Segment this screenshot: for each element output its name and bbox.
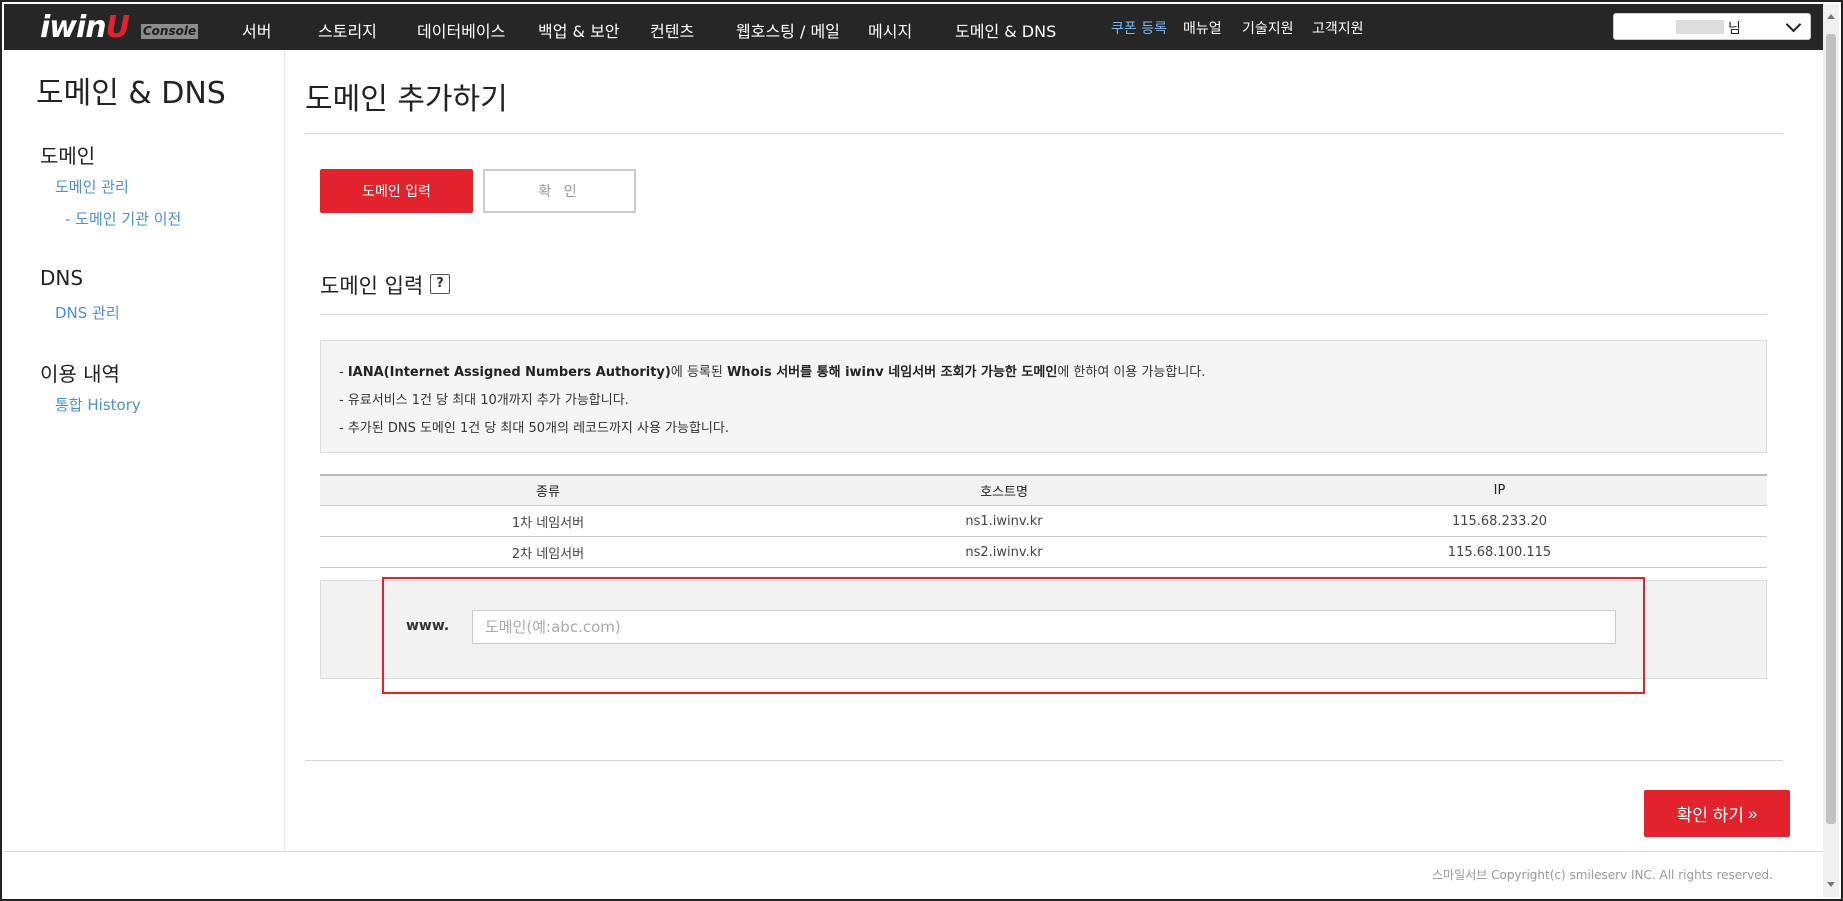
nav-message[interactable]: 메시지: [868, 18, 912, 42]
notice-line-2: - 유료서비스 1건 당 최대 10개까지 추가 가능합니다.: [339, 393, 629, 408]
scroll-up-arrow-icon[interactable]: [1827, 14, 1835, 19]
notice-line-3: - 추가된 DNS 도메인 1건 당 최대 50개의 레코드까지 사용 가능합니…: [339, 421, 729, 436]
nav-webhosting-mail[interactable]: 웹호스팅 / 메일: [736, 18, 840, 42]
sidebar-link-dns-manage[interactable]: DNS 관리: [55, 302, 120, 323]
section-title: 도메인 입력: [320, 274, 424, 298]
domain-input[interactable]: [472, 610, 1616, 644]
cell-hostname: ns2.iwinv.kr: [776, 536, 1232, 568]
table-row: 2차 네임서버 ns2.iwinv.kr 115.68.100.115: [320, 536, 1767, 568]
help-icon[interactable]: ?: [430, 274, 450, 294]
bottom-divider: [305, 760, 1783, 761]
sidebar-section-dns: DNS: [40, 266, 84, 290]
top-navigation-bar: iwinᑌ Console 서버 스토리지 데이터베이스 백업 & 보안 컨텐츠…: [4, 4, 1823, 50]
nav-domain-dns[interactable]: 도메인 & DNS: [955, 18, 1056, 42]
nav-server[interactable]: 서버: [242, 18, 271, 42]
sidebar-section-domain: 도메인: [40, 144, 96, 168]
www-prefix-label: www.: [406, 618, 450, 634]
title-divider: [305, 133, 1783, 134]
sidebar-link-domain-manage[interactable]: 도메인 관리: [55, 176, 129, 197]
step-domain-input[interactable]: 도메인 입력: [320, 169, 473, 213]
vertical-scrollbar[interactable]: [1823, 4, 1839, 897]
user-suffix: 님: [1728, 21, 1741, 37]
user-menu-dropdown[interactable]: 님: [1613, 13, 1811, 40]
col-header-ip: IP: [1232, 474, 1767, 506]
chevron-down-icon: [1785, 16, 1802, 33]
confirm-button[interactable]: 확인 하기 »: [1644, 790, 1790, 837]
nav-storage[interactable]: 스토리지: [318, 18, 377, 42]
nav-backup-security[interactable]: 백업 & 보안: [538, 18, 620, 42]
tech-support-link[interactable]: 기술지원: [1242, 18, 1294, 38]
col-header-hostname: 호스트명: [776, 474, 1232, 506]
sidebar-section-usage: 이용 내역: [40, 362, 120, 386]
copyright-text: 스마일서브 Copyright(c) smileserv INC. All ri…: [1432, 868, 1773, 882]
scroll-thumb[interactable]: [1826, 34, 1836, 824]
sidebar: 도메인 & DNS 도메인 도메인 관리 - 도메인 기관 이전 DNS DNS…: [4, 50, 285, 850]
customer-support-link[interactable]: 고객지원: [1312, 18, 1364, 38]
confirm-button-label: 확인 하기: [1676, 806, 1744, 825]
col-header-type: 종류: [320, 474, 776, 506]
table-row: 1차 네임서버 ns1.iwinv.kr 115.68.233.20: [320, 505, 1767, 537]
scroll-down-arrow-icon[interactable]: [1827, 882, 1835, 887]
cell-hostname: ns1.iwinv.kr: [776, 505, 1232, 537]
sidebar-title: 도메인 & DNS: [36, 76, 226, 111]
cell-ip: 115.68.233.20: [1232, 505, 1767, 537]
iwinv-logo[interactable]: iwinᑌ: [40, 10, 130, 45]
page-title: 도메인 추가하기: [305, 82, 508, 117]
sidebar-link-history[interactable]: 통합 History: [55, 394, 141, 415]
cell-type: 2차 네임서버: [320, 536, 776, 568]
nameserver-table: 종류 호스트명 IP 1차 네임서버 ns1.iwinv.kr 115.68.2…: [320, 474, 1767, 568]
footer-divider: [4, 851, 1823, 852]
table-header-row: 종류 호스트명 IP: [320, 474, 1767, 506]
nav-database[interactable]: 데이터베이스: [417, 18, 505, 42]
double-chevron-right-icon: »: [1747, 803, 1758, 823]
sidebar-link-domain-transfer[interactable]: - 도메인 기관 이전: [65, 208, 181, 229]
console-badge: Console: [141, 24, 198, 39]
notice-line-1: - IANA(Internet Assigned Numbers Authori…: [339, 365, 1206, 380]
nav-contents[interactable]: 컨텐츠: [650, 18, 694, 42]
manual-link[interactable]: 매뉴얼: [1183, 18, 1222, 38]
notice-box: - IANA(Internet Assigned Numbers Authori…: [320, 340, 1767, 453]
step-confirm[interactable]: 확 인: [483, 169, 636, 213]
cell-type: 1차 네임서버: [320, 505, 776, 537]
section-divider: [320, 314, 1767, 315]
user-name-redacted: [1676, 20, 1724, 34]
coupon-register-link[interactable]: 쿠폰 등록: [1111, 18, 1167, 38]
cell-ip: 115.68.100.115: [1232, 536, 1767, 568]
